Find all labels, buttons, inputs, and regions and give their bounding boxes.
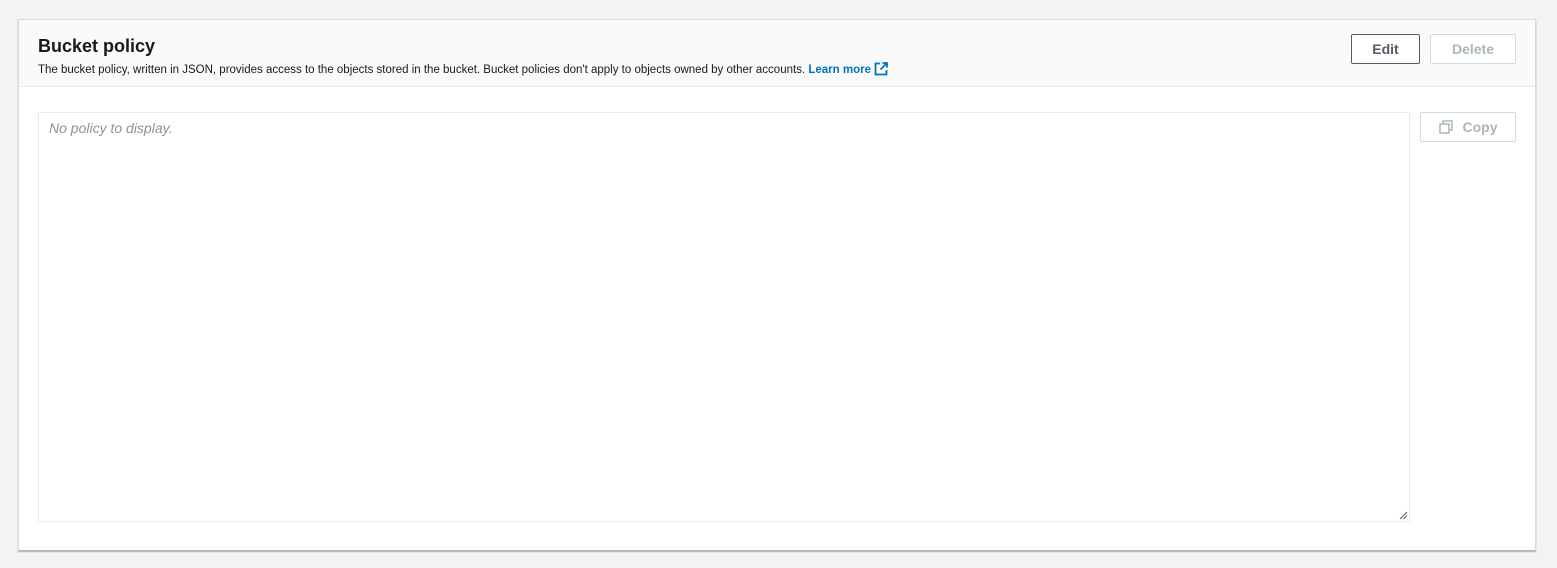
bucket-policy-panel: Bucket policy The bucket policy, written…: [18, 19, 1536, 551]
description-text: The bucket policy, written in JSON, prov…: [38, 64, 806, 76]
edit-button[interactable]: Edit: [1351, 34, 1420, 64]
delete-button[interactable]: Delete: [1430, 34, 1516, 64]
copy-label: Copy: [1462, 119, 1498, 135]
policy-placeholder: No policy to display.: [49, 120, 173, 136]
copy-icon: [1438, 120, 1453, 134]
panel-description: The bucket policy, written in JSON, prov…: [38, 62, 888, 78]
learn-more-link[interactable]: Learn more: [808, 62, 888, 76]
panel-title: Bucket policy: [38, 36, 156, 56]
external-link-icon: [874, 62, 888, 76]
policy-textarea[interactable]: No policy to display.: [38, 112, 1410, 522]
learn-more-label: Learn more: [808, 64, 871, 76]
resize-handle-icon[interactable]: [1399, 511, 1408, 520]
panel-header: Bucket policy The bucket policy, written…: [19, 20, 1535, 87]
copy-button[interactable]: Copy: [1420, 112, 1516, 142]
